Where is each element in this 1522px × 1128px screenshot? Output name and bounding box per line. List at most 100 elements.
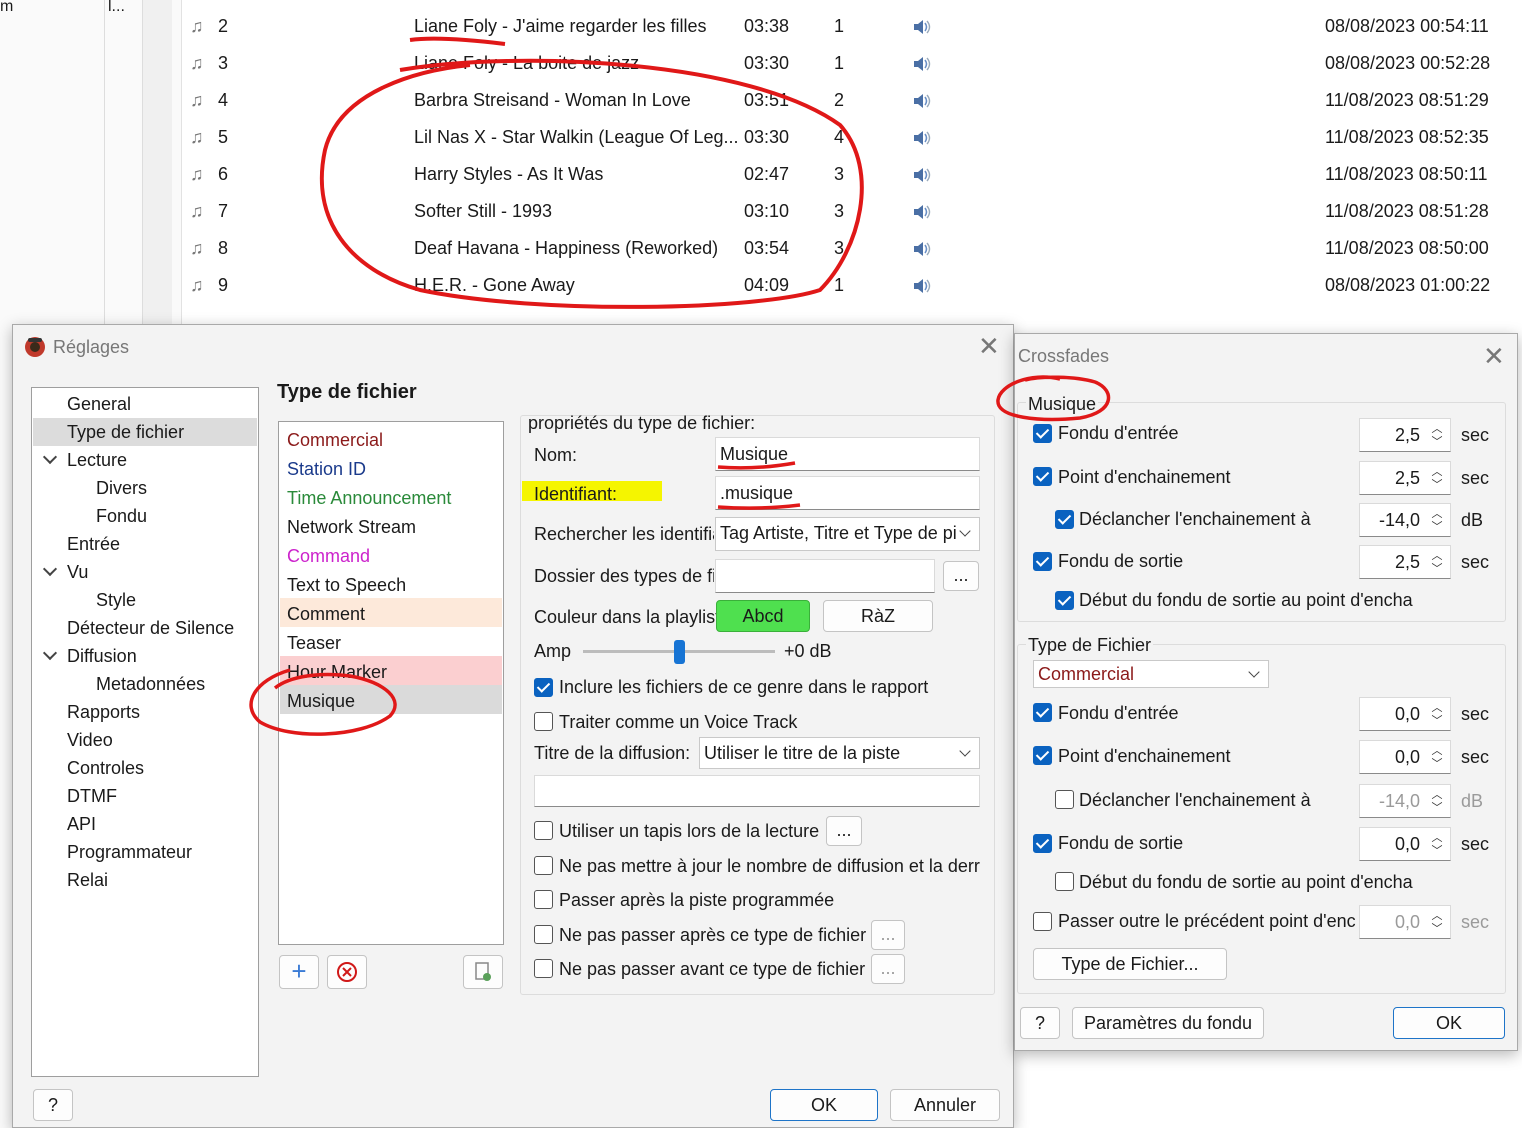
amp-slider-thumb[interactable] [674,640,685,664]
chevron-down-icon[interactable] [42,645,58,661]
playlist-row[interactable]: ♫ 3 Liane Foly - La boite de jazz 03:30 1 08/… [182,46,1522,83]
not-after-button[interactable]: ... [871,920,905,950]
folder-browse-button[interactable]: ... [943,561,979,591]
ft-chain-point-checkbox[interactable] [1033,746,1052,765]
add-file-type-button[interactable]: + [279,955,319,989]
speaker-icon[interactable] [912,277,932,300]
tree-item-entree[interactable]: Entrée [67,534,120,555]
file-type-item[interactable]: Network Stream [280,511,502,540]
crossfades-help-button[interactable]: ? [1020,1007,1060,1039]
chevron-up-icon[interactable]: ︿ [1430,702,1444,715]
tree-item-style[interactable]: Style [96,590,136,611]
tree-item-api[interactable]: API [67,814,96,835]
chevron-down-icon[interactable]: ﹀ [1430,715,1444,728]
broadcast-title-extra-field[interactable] [534,775,980,807]
ft-trigger-spinner[interactable]: -14,0 ︿ ﹀ [1359,784,1451,818]
fade-out-start-checkbox[interactable] [1055,591,1074,610]
ft-fade-out-checkbox[interactable] [1033,834,1052,853]
chevron-down-icon[interactable]: ﹀ [1430,479,1444,492]
chevron-up-icon[interactable]: ︿ [1430,466,1444,479]
skip-spinner[interactable]: 0,0 ︿ ﹀ [1359,905,1451,939]
chain-point-spinner[interactable]: 2,5 ︿ ﹀ [1359,461,1451,495]
tree-item-dtmf[interactable]: DTMF [67,786,117,807]
cancel-button[interactable]: Annuler [890,1089,1000,1121]
color-swatch-button[interactable]: Abcd [716,600,810,632]
chevron-up-icon[interactable]: ︿ [1430,423,1444,436]
tree-item-silence[interactable]: Détecteur de Silence [67,618,234,639]
tree-item-diffusion[interactable]: Diffusion [67,646,137,667]
identifier-field[interactable]: .musique [715,476,980,510]
tree-item-file-type[interactable]: Type de fichier [67,422,184,443]
chevron-up-icon[interactable]: ︿ [1430,508,1444,521]
playlist-row[interactable]: ♫ 4 Barbra Streisand - Woman In Love 03:51 2… [182,83,1522,120]
playlist-row[interactable]: ♫ 6 Harry Styles - As It Was 02:47 3 11/08/20… [182,157,1522,194]
chevron-up-icon[interactable]: ︿ [1430,745,1444,758]
tree-item-rapports[interactable]: Rapports [67,702,140,723]
chevron-down-icon[interactable]: ﹀ [1430,563,1444,576]
playlist-row[interactable]: ♫ 9 H.E.R. - Gone Away 04:09 1 08/08/2023 01:… [182,268,1522,305]
delete-file-type-button[interactable] [327,955,367,989]
skip-checkbox[interactable] [1033,912,1052,931]
file-type-button[interactable]: Type de Fichier... [1033,948,1227,980]
chevron-up-icon[interactable]: ︿ [1430,832,1444,845]
playlist-row[interactable]: ♫ 7 Softer Still - 1993 03:10 3 11/08/2023 08… [182,194,1522,231]
help-button[interactable]: ? [33,1089,73,1121]
chevron-down-icon[interactable]: ﹀ [1430,521,1444,534]
tree-item-video[interactable]: Video [67,730,113,751]
file-type-select[interactable]: Commercial [1033,660,1269,688]
tree-item-controles[interactable]: Controles [67,758,144,779]
amp-slider[interactable] [583,640,775,664]
copy-file-type-button[interactable] [463,955,503,989]
chevron-up-icon[interactable]: ︿ [1430,910,1444,923]
close-icon[interactable]: ✕ [978,331,1000,362]
speaker-icon[interactable] [912,129,932,152]
speaker-icon[interactable] [912,18,932,41]
chevron-down-icon[interactable]: ﹀ [1430,436,1444,449]
chevron-up-icon[interactable]: ︿ [1430,550,1444,563]
file-type-item[interactable]: Commercial [280,424,502,453]
tree-item-fondu[interactable]: Fondu [96,506,147,527]
folder-field[interactable] [715,559,935,593]
chevron-down-icon[interactable]: ﹀ [1430,802,1444,815]
file-type-item[interactable]: Musique [280,685,502,714]
tree-item-lecture[interactable]: Lecture [67,450,127,471]
tree-item-vu[interactable]: Vu [67,562,88,583]
fade-out-checkbox[interactable] [1033,552,1052,571]
speaker-icon[interactable] [912,166,932,189]
left-pane-scrollbar[interactable] [142,0,172,330]
ft-chain-point-spinner[interactable]: 0,0 ︿ ﹀ [1359,740,1451,774]
file-type-item[interactable]: Hour Marker [280,656,502,685]
broadcast-title-select[interactable]: Utiliser le titre de la piste [699,737,980,769]
bed-checkbox[interactable] [534,821,553,840]
file-type-item[interactable]: Time Announcement [280,482,502,511]
trigger-spinner[interactable]: -14,0 ︿ ﹀ [1359,503,1451,537]
reset-color-button[interactable]: RàZ [823,600,933,632]
chevron-down-icon[interactable] [42,561,58,577]
ok-button[interactable]: OK [770,1089,878,1121]
fade-in-checkbox[interactable] [1033,424,1052,443]
no-update-checkbox[interactable] [534,856,553,875]
chevron-up-icon[interactable]: ︿ [1430,789,1444,802]
close-icon[interactable]: ✕ [1483,341,1505,372]
fade-in-spinner[interactable]: 2,5 ︿ ﹀ [1359,418,1451,452]
playlist-row[interactable]: ♫ 5 Lil Nas X - Star Walkin (League Of Leg… [182,120,1522,157]
pass-after-checkbox[interactable] [534,890,553,909]
tree-item-metadonnees[interactable]: Metadonnées [96,674,205,695]
trigger-checkbox[interactable] [1055,510,1074,529]
name-field[interactable]: Musique [715,437,980,471]
chevron-down-icon[interactable]: ﹀ [1430,845,1444,858]
file-type-item[interactable]: Comment [280,598,502,627]
file-type-item[interactable]: Text to Speech [280,569,502,598]
ft-trigger-checkbox[interactable] [1055,790,1074,809]
fade-params-button[interactable]: Paramètres du fondu [1072,1007,1264,1039]
ft-fade-out-spinner[interactable]: 0,0 ︿ ﹀ [1359,827,1451,861]
speaker-icon[interactable] [912,203,932,226]
ft-fade-out-start-checkbox[interactable] [1055,872,1074,891]
include-report-checkbox[interactable] [534,678,553,697]
not-before-checkbox[interactable] [534,959,553,978]
chevron-down-icon[interactable]: ﹀ [1430,923,1444,936]
tree-item-relai[interactable]: Relai [67,870,108,891]
tree-item-general[interactable]: General [67,394,131,415]
playlist-row[interactable]: ♫ 2 Liane Foly - J'aime regarder les fille… [182,9,1522,46]
chain-point-checkbox[interactable] [1033,467,1052,486]
